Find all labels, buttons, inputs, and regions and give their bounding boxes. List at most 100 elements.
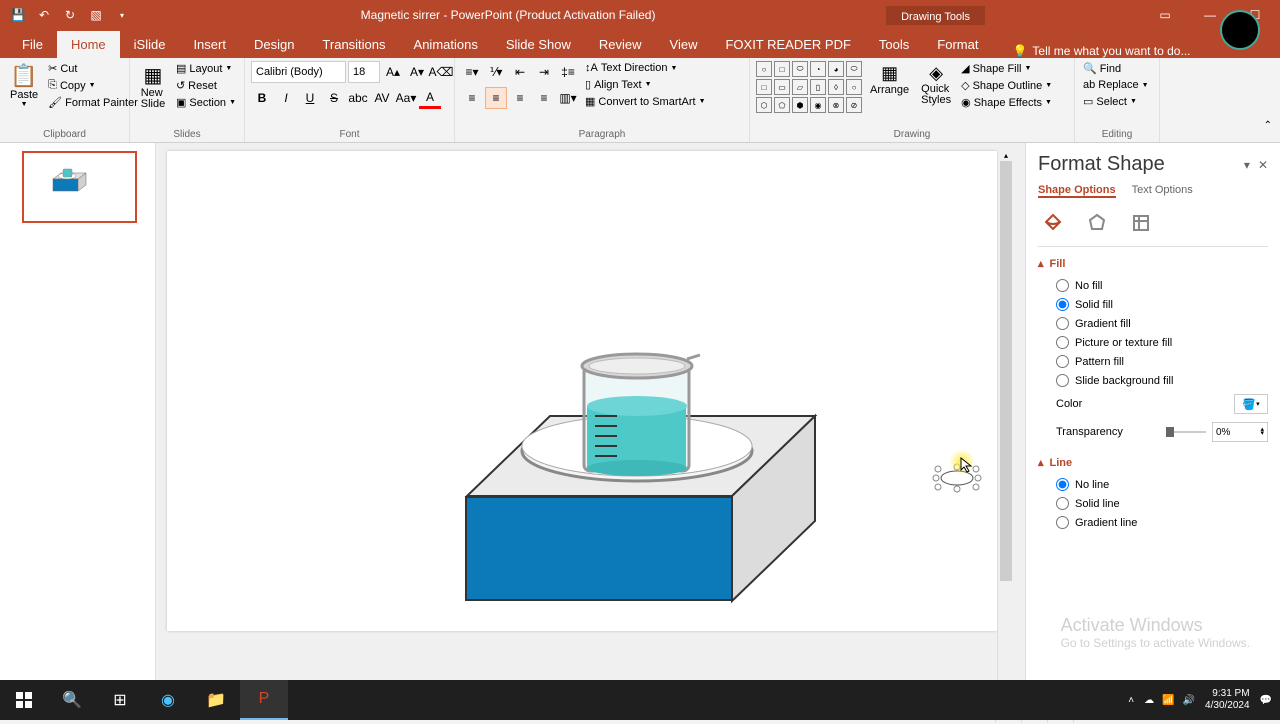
tab-review[interactable]: Review bbox=[585, 31, 656, 58]
reset-button[interactable]: ↺Reset bbox=[174, 78, 238, 93]
shape-options-tab[interactable]: Shape Options bbox=[1038, 184, 1116, 198]
tab-view[interactable]: View bbox=[656, 31, 712, 58]
powerpoint-taskbar-button[interactable]: P bbox=[240, 680, 288, 720]
tell-me-search[interactable]: 💡Tell me what you want to do... bbox=[992, 44, 1190, 58]
decrease-font-icon[interactable]: A▾ bbox=[406, 61, 428, 83]
char-spacing-button[interactable]: AV bbox=[371, 87, 393, 109]
size-properties-icon[interactable] bbox=[1126, 208, 1156, 238]
align-text-button[interactable]: ▯Align Text▼ bbox=[583, 77, 708, 92]
tab-slideshow[interactable]: Slide Show bbox=[492, 31, 585, 58]
tab-tools[interactable]: Tools bbox=[865, 31, 923, 58]
tab-animations[interactable]: Animations bbox=[400, 31, 492, 58]
slide-bg-fill-radio[interactable]: Slide background fill bbox=[1056, 371, 1268, 390]
fill-line-icon[interactable] bbox=[1038, 208, 1068, 238]
gradient-line-radio[interactable]: Gradient line bbox=[1056, 513, 1268, 532]
increase-font-icon[interactable]: A▴ bbox=[382, 61, 404, 83]
align-left-button[interactable]: ≡ bbox=[461, 87, 483, 109]
tab-insert[interactable]: Insert bbox=[179, 31, 240, 58]
replace-button[interactable]: abReplace▼ bbox=[1081, 78, 1151, 92]
font-color-button[interactable]: A bbox=[419, 87, 441, 109]
start-button[interactable] bbox=[0, 680, 48, 720]
notifications-button[interactable]: 💬 bbox=[1260, 695, 1272, 706]
onedrive-tray-icon[interactable]: ☁ bbox=[1144, 695, 1154, 706]
font-name-combo[interactable] bbox=[251, 61, 346, 83]
effects-icon[interactable] bbox=[1082, 208, 1112, 238]
slide-thumbnail-1[interactable] bbox=[22, 151, 137, 223]
quick-styles-button[interactable]: ◈Quick Styles bbox=[917, 61, 955, 108]
change-case-button[interactable]: Aa▾ bbox=[395, 87, 417, 109]
strikethrough-button[interactable]: S bbox=[323, 87, 345, 109]
search-button[interactable]: 🔍 bbox=[48, 680, 96, 720]
pane-dropdown-icon[interactable]: ▾ bbox=[1244, 158, 1250, 172]
system-clock[interactable]: 9:31 PM 4/30/2024 bbox=[1205, 688, 1250, 712]
layout-button[interactable]: ▤Layout▼ bbox=[174, 61, 238, 76]
transparency-spinner[interactable]: 0%▴▾ bbox=[1212, 422, 1268, 442]
shapes-gallery[interactable]: ○□⬭◔◕⬭ □▭▱▯◊○ ⬡⬠⬢◉⊗⊘ bbox=[756, 61, 862, 113]
tab-islide[interactable]: iSlide bbox=[120, 31, 180, 58]
pane-close-icon[interactable]: ✕ bbox=[1258, 158, 1268, 172]
tab-transitions[interactable]: Transitions bbox=[308, 31, 399, 58]
align-center-button[interactable]: ≡ bbox=[485, 87, 507, 109]
file-explorer-button[interactable]: 📁 bbox=[192, 680, 240, 720]
gradient-fill-radio[interactable]: Gradient fill bbox=[1056, 314, 1268, 333]
tab-file[interactable]: File bbox=[8, 31, 57, 58]
shape-effects-button[interactable]: ◉Shape Effects▼ bbox=[959, 95, 1054, 110]
collapse-ribbon-icon[interactable]: ⌃ bbox=[1264, 120, 1272, 131]
transparency-slider[interactable] bbox=[1166, 431, 1206, 433]
tab-format[interactable]: Format bbox=[923, 31, 992, 58]
slide-canvas[interactable] bbox=[167, 151, 997, 631]
numbering-button[interactable]: ⅟▾ bbox=[485, 61, 507, 83]
solid-line-radio[interactable]: Solid line bbox=[1056, 494, 1268, 513]
text-options-tab[interactable]: Text Options bbox=[1132, 184, 1193, 198]
align-right-button[interactable]: ≡ bbox=[509, 87, 531, 109]
no-line-radio[interactable]: No line bbox=[1056, 475, 1268, 494]
clear-formatting-icon[interactable]: A⌫ bbox=[430, 61, 452, 83]
shape-outline-button[interactable]: ◇Shape Outline▼ bbox=[959, 78, 1054, 93]
picture-fill-radio[interactable]: Picture or texture fill bbox=[1056, 333, 1268, 352]
underline-button[interactable]: U bbox=[299, 87, 321, 109]
solid-fill-radio[interactable]: Solid fill bbox=[1056, 295, 1268, 314]
edge-button[interactable]: ◉ bbox=[144, 680, 192, 720]
save-icon[interactable]: 💾 bbox=[10, 7, 26, 23]
columns-button[interactable]: ▥▾ bbox=[557, 87, 579, 109]
redo-icon[interactable]: ↻ bbox=[62, 7, 78, 23]
ribbon-display-icon[interactable]: ▭ bbox=[1145, 1, 1185, 29]
italic-button[interactable]: I bbox=[275, 87, 297, 109]
shape-fill-button[interactable]: ◢Shape Fill▼ bbox=[959, 61, 1054, 76]
font-size-combo[interactable] bbox=[348, 61, 380, 83]
cut-button[interactable]: ✂Cut bbox=[46, 61, 140, 76]
tab-foxit[interactable]: FOXIT READER PDF bbox=[711, 31, 864, 58]
bullets-button[interactable]: ≡▾ bbox=[461, 61, 483, 83]
vertical-scrollbar[interactable]: ▴ bbox=[997, 151, 1014, 683]
shadow-button[interactable]: abc bbox=[347, 87, 369, 109]
tray-expand-icon[interactable]: ˄ bbox=[1128, 695, 1134, 706]
fill-color-button[interactable]: 🪣▾ bbox=[1234, 394, 1268, 414]
start-from-beginning-icon[interactable]: ▧ bbox=[88, 7, 104, 23]
paste-button[interactable]: 📋 Paste ▼ bbox=[6, 61, 42, 110]
undo-icon[interactable]: ↶ bbox=[36, 7, 52, 23]
tab-design[interactable]: Design bbox=[240, 31, 308, 58]
justify-button[interactable]: ≡ bbox=[533, 87, 555, 109]
format-painter-button[interactable]: 🖌Format Painter bbox=[46, 95, 140, 110]
bold-button[interactable]: B bbox=[251, 87, 273, 109]
tab-home[interactable]: Home bbox=[57, 31, 120, 58]
section-button[interactable]: ▣Section▼ bbox=[174, 95, 238, 110]
no-fill-radio[interactable]: No fill bbox=[1056, 276, 1268, 295]
wifi-tray-icon[interactable]: 📶 bbox=[1162, 695, 1174, 706]
decrease-indent-button[interactable]: ⇤ bbox=[509, 61, 531, 83]
increase-indent-button[interactable]: ⇥ bbox=[533, 61, 555, 83]
arrange-button[interactable]: ▦Arrange bbox=[866, 61, 913, 98]
volume-tray-icon[interactable]: 🔊 bbox=[1183, 695, 1195, 706]
copy-button[interactable]: ⎘Copy▼ bbox=[46, 78, 140, 93]
line-section-header[interactable]: ▴Line bbox=[1038, 456, 1268, 469]
qat-dropdown-icon[interactable]: ▾ bbox=[114, 7, 130, 23]
convert-smartart-button[interactable]: ▦Convert to SmartArt▼ bbox=[583, 94, 708, 109]
find-button[interactable]: 🔍Find bbox=[1081, 61, 1151, 76]
text-direction-button[interactable]: ↕AText Direction▼ bbox=[583, 61, 708, 75]
line-spacing-button[interactable]: ‡≡ bbox=[557, 61, 579, 83]
new-slide-button[interactable]: ▦ New Slide bbox=[136, 61, 170, 112]
select-button[interactable]: ▭Select▼ bbox=[1081, 94, 1151, 109]
task-view-button[interactable]: ⊞ bbox=[96, 680, 144, 720]
fill-section-header[interactable]: ▴Fill bbox=[1038, 257, 1268, 270]
pattern-fill-radio[interactable]: Pattern fill bbox=[1056, 352, 1268, 371]
